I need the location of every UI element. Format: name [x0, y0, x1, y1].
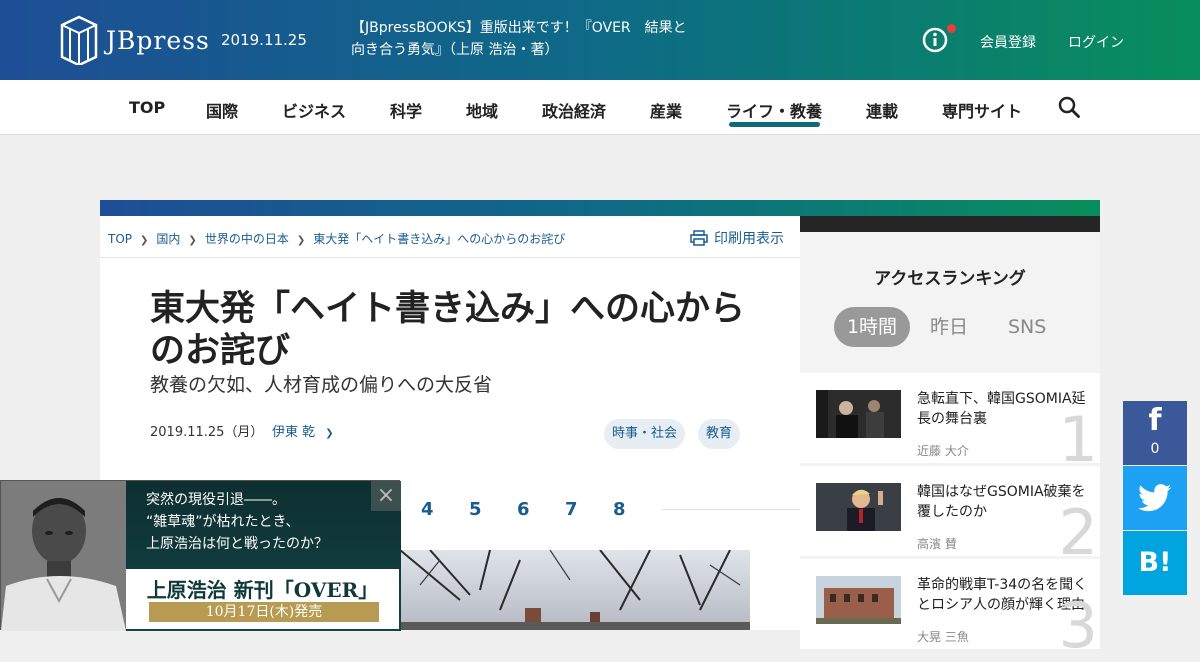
page-link-8[interactable]: 8 [613, 499, 626, 520]
notification-dot [947, 24, 956, 33]
tab-yesterday[interactable]: 昨日 [930, 307, 968, 347]
logo-text: JBpress [106, 25, 210, 55]
ranking-number-2: 2 [1058, 496, 1098, 569]
ranking-author-2: 高濱 賛 [917, 537, 957, 551]
news-line-1: 【JBpressBOOKS】重版出来です！『OVER 結果と [351, 20, 687, 36]
nav-item-industry[interactable]: 産業 [650, 98, 682, 122]
tab-sns[interactable]: SNS [1008, 307, 1046, 347]
nav-item-special-sites[interactable]: 専門サイト [942, 98, 1022, 122]
hatena-bookmark-button[interactable]: B! [1123, 531, 1187, 595]
page-link-4[interactable]: 4 [421, 499, 434, 520]
breadcrumb-top[interactable]: TOP [108, 232, 132, 246]
printer-icon [690, 230, 708, 246]
nav-item-business[interactable]: ビジネス [282, 98, 346, 122]
ranking-author-1: 近藤 大介 [917, 444, 969, 458]
breadcrumb-current[interactable]: 東大発「ヘイト書き込み」への心からのお詫び [313, 232, 565, 246]
ranking-number-1: 1 [1058, 403, 1098, 476]
ranking-number-3: 3 [1058, 589, 1098, 662]
nav-item-life-culture[interactable]: ライフ・教養 [726, 98, 822, 122]
pagination-divider [662, 509, 800, 510]
header-news-link[interactable]: 【JBpressBOOKS】重版出来です！『OVER 結果と 向き合う勇気』（上… [351, 17, 701, 61]
facebook-share-count: 0 [1150, 441, 1160, 457]
ranking-author-3: 大晃 三魚 [917, 630, 969, 644]
twitter-share-button[interactable] [1123, 466, 1187, 530]
page-link-6[interactable]: 6 [517, 499, 530, 520]
breadcrumb-japan-in-world[interactable]: 世界の中の日本 [205, 232, 289, 246]
ranking-thumbnail [816, 576, 901, 624]
article-photo [400, 550, 750, 630]
sidebar: アクセスランキング 1時間 昨日 SNS 急転直下、韓国GSOMIA延長の舞台裏… [800, 216, 1100, 657]
jbpress-logo-icon [60, 15, 98, 65]
chevron-right-icon: ❯ [325, 428, 334, 439]
page-link-7[interactable]: 7 [565, 499, 578, 520]
ranking-thumbnail [816, 483, 901, 531]
header-date: 2019.11.25 [221, 31, 307, 49]
ad-release-date: 10月17日(木)発売 [149, 602, 379, 622]
nav-item-series[interactable]: 連載 [866, 98, 898, 122]
content-top-stripe [100, 200, 1100, 216]
ad-book-band: 上原浩治 新刊「OVER」 10月17日(木)発売 [126, 569, 399, 629]
article-subtitle: 教養の欠如、人材育成の偏りへの大反省 [150, 374, 493, 396]
nav-item-international[interactable]: 国際 [206, 98, 238, 122]
site-header: JBpress 2019.11.25 【JBpressBOOKS】重版出来です！… [0, 0, 1200, 80]
ranking-item[interactable]: 韓国はなぜGSOMIA破棄を覆したのか 高濱 賛 2 [800, 466, 1100, 564]
ranking-item[interactable]: 革命的戦車T-34の名を聞くとロシア人の顔が輝く理由 大晃 三魚 3 [800, 559, 1100, 657]
ad-copy-text: 突然の現役引退――。 “雑草魂”が枯れたとき、 上原浩治は何と戦ったのか？ [146, 492, 328, 552]
page-link-5[interactable]: 5 [469, 499, 482, 520]
sidebar-top-bar [800, 216, 1100, 232]
chevron-right-icon: ❯ [188, 235, 197, 246]
divider [100, 257, 800, 258]
nav-active-indicator [729, 122, 820, 127]
facebook-icon: f [1148, 403, 1162, 438]
nav-item-top[interactable]: TOP [129, 98, 165, 117]
ranking-item[interactable]: 急転直下、韓国GSOMIA延長の舞台裏 近藤 大介 1 [800, 373, 1100, 471]
tag-education[interactable]: 教育 [698, 419, 741, 449]
print-button[interactable]: 印刷用表示 [690, 228, 784, 248]
nav-item-science[interactable]: 科学 [390, 98, 422, 122]
facebook-share-button[interactable]: f 0 [1123, 401, 1187, 465]
ad-copy-area: 突然の現役引退――。 “雑草魂”が枯れたとき、 上原浩治は何と戦ったのか？ 上原… [126, 481, 401, 631]
breadcrumb: TOP ❯ 国内 ❯ 世界の中の日本 ❯ 東大発「ヘイト書き込み」への心からのお詫び [108, 230, 569, 247]
book-ad-banner[interactable]: 突然の現役引退――。 “雑草魂”が枯れたとき、 上原浩治は何と戦ったのか？ 上原… [0, 480, 401, 631]
author-link[interactable]: 伊東 乾 ❯ [272, 421, 334, 440]
tag-current-affairs[interactable]: 時事・社会 [604, 419, 686, 449]
tab-1hour[interactable]: 1時間 [834, 307, 910, 347]
login-link[interactable]: ログイン [1068, 32, 1124, 52]
register-link[interactable]: 会員登録 [980, 32, 1036, 52]
ranking-thumbnail [816, 390, 901, 438]
breadcrumb-domestic[interactable]: 国内 [156, 232, 180, 246]
print-label: 印刷用表示 [714, 231, 784, 247]
info-icon[interactable] [922, 27, 948, 53]
main-nav: TOP 国際 ビジネス 科学 地域 政治経済 産業 ライフ・教養 連載 専門サイ… [0, 80, 1200, 135]
site-logo[interactable]: JBpress [60, 15, 210, 65]
twitter-icon [1138, 484, 1172, 512]
ranking-title: アクセスランキング [874, 269, 1026, 289]
search-icon[interactable] [1058, 96, 1080, 118]
close-icon[interactable]: × [371, 481, 401, 511]
hatena-bookmark-icon: B! [1138, 547, 1172, 578]
nav-item-region[interactable]: 地域 [466, 98, 498, 122]
nav-item-politics-economy[interactable]: 政治経済 [542, 98, 606, 122]
author-name: 伊東 乾 [272, 425, 316, 440]
article-date: 2019.11.25（月） [150, 425, 264, 440]
ad-book-title: 上原浩治 新刊「OVER」 [146, 578, 379, 602]
ad-author-photo [1, 481, 126, 631]
news-line-2: 向き合う勇気』（上原 浩治・著） [351, 42, 559, 58]
article-title: 東大発「ヘイト書き込み」への心からのお詫び [150, 289, 746, 371]
chevron-right-icon: ❯ [140, 235, 149, 246]
chevron-right-icon: ❯ [296, 235, 306, 246]
